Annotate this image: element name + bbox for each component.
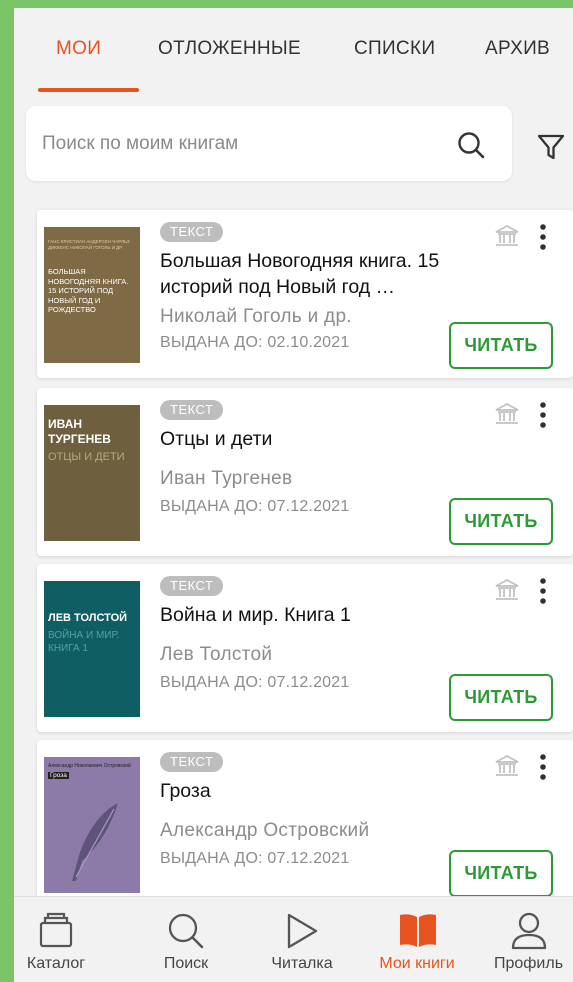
book-card[interactable]: ИВАН ТУРГЕНЕВ ОТЦЫ И ДЕТИ ТЕКСТ Отцы и д… — [37, 388, 573, 556]
book-card[interactable]: Александр Николаевич Островский Гроза ТЕ… — [37, 740, 573, 908]
book-author: Николай Гоголь и др. — [160, 306, 352, 327]
book-card[interactable]: ЛЕВ ТОЛСТОЙ ВОЙНА И МИР. КНИГА 1 ТЕКСТ В… — [37, 564, 573, 732]
profile-icon — [511, 912, 547, 950]
nav-label: Каталог — [26, 955, 86, 972]
cover-title: ОТЦЫ И ДЕТИ — [48, 451, 125, 463]
nav-label: Поиск — [163, 955, 209, 972]
library-icon — [493, 402, 521, 431]
search-box — [26, 106, 512, 181]
read-button[interactable]: ЧИТАТЬ — [449, 322, 553, 369]
tab-lists[interactable]: СПИСКИ — [354, 38, 435, 60]
format-badge: ТЕКСТ — [160, 222, 224, 242]
book-title[interactable]: Отцы и дети — [160, 426, 505, 452]
app-screen: МОИ ОТЛОЖЕННЫЕ СПИСКИ АРХИВ ГАНС КРИСТИА… — [14, 8, 573, 982]
read-button[interactable]: ЧИТАТЬ — [449, 498, 553, 545]
more-options-icon[interactable] — [537, 400, 549, 435]
read-button[interactable]: ЧИТАТЬ — [449, 850, 553, 897]
library-icon — [493, 754, 521, 783]
book-cover[interactable]: Александр Николаевич Островский Гроза — [44, 757, 140, 893]
feather-icon — [72, 803, 118, 881]
more-options-icon[interactable] — [537, 576, 549, 611]
due-date: ВЫДАНА ДО: 07.12.2021 — [160, 850, 350, 867]
nav-label: Читалка — [271, 955, 333, 972]
library-icon — [493, 578, 521, 607]
book-card[interactable]: ГАНС КРИСТИАН АНДЕРСЕН ЧАРЛЬЗ ДИККЕНС НИ… — [37, 210, 573, 378]
cover-author: ЛЕВ ТОЛСТОЙ — [48, 612, 128, 624]
filter-icon[interactable] — [536, 132, 566, 167]
more-options-icon[interactable] — [537, 222, 549, 257]
active-tab-indicator — [38, 88, 139, 92]
cover-authors: ГАНС КРИСТИАН АНДЕРСЕН ЧАРЛЬЗ ДИККЕНС НИ… — [48, 239, 130, 250]
cover-title: ВОЙНА И МИР. КНИГА 1 — [48, 630, 120, 654]
due-date: ВЫДАНА ДО: 02.10.2021 — [160, 334, 350, 351]
book-cover[interactable]: ЛЕВ ТОЛСТОЙ ВОЙНА И МИР. КНИГА 1 — [44, 581, 140, 717]
catalog-icon — [39, 912, 73, 948]
cover-author: Александр Николаевич Островский — [48, 763, 131, 769]
tab-bar: МОИ ОТЛОЖЕННЫЕ СПИСКИ АРХИВ — [14, 8, 573, 92]
cover-title: Гроза — [48, 772, 69, 779]
more-options-icon[interactable] — [537, 752, 549, 787]
reader-play-icon — [287, 913, 318, 949]
nav-label: Профиль — [493, 955, 564, 972]
format-badge: ТЕКСТ — [160, 576, 224, 596]
library-icon — [493, 224, 521, 253]
cover-title: БОЛЬШАЯ НОВОГОДНЯЯ КНИГА. 15 ИСТОРИЙ ПОД… — [48, 267, 129, 314]
nav-search[interactable]: Поиск — [142, 897, 230, 982]
tab-archive[interactable]: АРХИВ — [485, 38, 550, 60]
bottom-navigation: Каталог Поиск Читалка Мои книги Профиль — [14, 896, 573, 982]
nav-profile[interactable]: Профиль — [484, 897, 573, 982]
my-books-icon — [400, 914, 436, 947]
tab-my[interactable]: МОИ — [56, 38, 101, 60]
book-author: Иван Тургенев — [160, 468, 293, 489]
nav-reader[interactable]: Читалка — [254, 897, 350, 982]
due-date: ВЫДАНА ДО: 07.12.2021 — [160, 498, 350, 515]
tab-postponed[interactable]: ОТЛОЖЕННЫЕ — [158, 38, 301, 60]
nav-label: Мои книги — [379, 955, 455, 972]
format-badge: ТЕКСТ — [160, 752, 224, 772]
nav-catalog[interactable]: Каталог — [16, 897, 96, 982]
search-input[interactable] — [40, 126, 444, 162]
book-cover[interactable]: ИВАН ТУРГЕНЕВ ОТЦЫ И ДЕТИ — [44, 405, 140, 541]
nav-my-books[interactable]: Мои книги — [364, 897, 470, 982]
book-title[interactable]: Война и мир. Книга 1 — [160, 602, 505, 628]
book-title[interactable]: Большая Новогодняя книга. 15 историй под… — [160, 248, 505, 300]
read-button[interactable]: ЧИТАТЬ — [449, 674, 553, 721]
search-icon[interactable] — [456, 130, 486, 165]
cover-author: ИВАН ТУРГЕНЕВ — [48, 417, 111, 446]
due-date: ВЫДАНА ДО: 07.12.2021 — [160, 674, 350, 691]
book-title[interactable]: Гроза — [160, 778, 505, 804]
book-cover[interactable]: ГАНС КРИСТИАН АНДЕРСЕН ЧАРЛЬЗ ДИККЕНС НИ… — [44, 227, 140, 363]
book-author: Лев Толстой — [160, 644, 273, 665]
book-author: Александр Островский — [160, 820, 370, 841]
search-icon — [168, 913, 204, 949]
format-badge: ТЕКСТ — [160, 400, 224, 420]
